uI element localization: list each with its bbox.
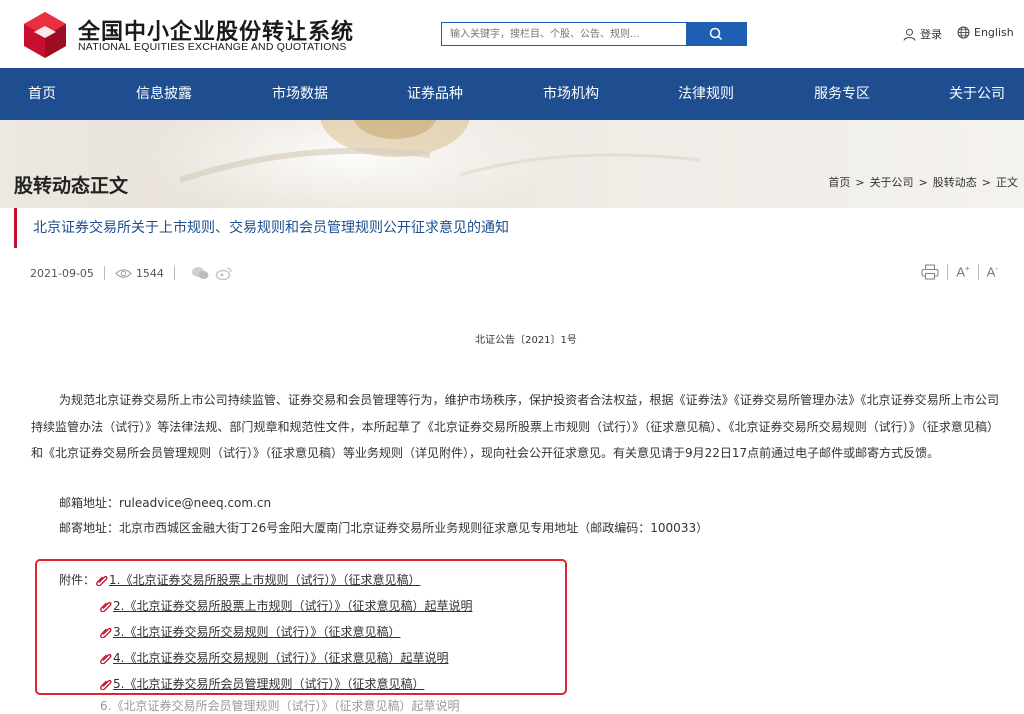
breadcrumb: 首页 > 关于公司 > 股转动态 > 正文 bbox=[828, 174, 1018, 190]
font-decrease-button[interactable]: A- bbox=[987, 264, 998, 279]
attachment-label: 2.《北京证券交易所股票上市规则（试行）》（征求意见稿）起草说明 bbox=[113, 599, 473, 613]
meta-divider bbox=[103, 266, 105, 280]
page-title: 股转动态正文 bbox=[14, 175, 129, 197]
search-button[interactable] bbox=[686, 23, 746, 45]
nav-item-disclosure[interactable]: 信息披露 bbox=[136, 68, 192, 120]
globe-icon bbox=[957, 26, 970, 39]
paperclip-icon bbox=[100, 601, 112, 612]
font-increase-label: A bbox=[956, 264, 965, 280]
article-tools: A+ A- bbox=[921, 264, 998, 280]
attachment-label: 5.《北京证券交易所会员管理规则（试行）》（征求意见稿） bbox=[113, 677, 425, 691]
breadcrumb-about[interactable]: 关于公司 bbox=[870, 176, 914, 189]
banner-decoration bbox=[179, 120, 701, 183]
nav-item-home[interactable]: 首页 bbox=[28, 68, 56, 120]
breadcrumb-current: 正文 bbox=[996, 176, 1018, 189]
login-link[interactable]: 登录 bbox=[903, 26, 942, 42]
paperclip-icon bbox=[96, 575, 108, 586]
breadcrumb-home[interactable]: 首页 bbox=[828, 176, 850, 189]
breadcrumb-separator: > bbox=[855, 176, 865, 189]
article-meta: 2021-09-05 1544 bbox=[30, 266, 233, 280]
article-body: 为规范北京证券交易所上市公司持续监管、证券交易和会员管理等行为，维护市场秩序，保… bbox=[31, 393, 999, 460]
view-count: 1544 bbox=[135, 266, 164, 280]
weibo-share-icon[interactable] bbox=[215, 266, 233, 280]
brand-name-en: NATIONAL EQUITIES EXCHANGE AND QUOTATION… bbox=[78, 41, 347, 53]
attachment-label: 3.《北京证券交易所交易规则（试行）》（征求意见稿） bbox=[113, 625, 401, 639]
attachments-label: 附件： bbox=[59, 573, 96, 587]
tools-divider bbox=[977, 264, 979, 280]
nav-item-about[interactable]: 关于公司 bbox=[949, 68, 1005, 120]
attachment-link-4[interactable]: 4.《北京证券交易所交易规则（试行）》（征求意见稿）起草说明 bbox=[100, 649, 448, 666]
language-switch[interactable]: English bbox=[957, 26, 1014, 39]
wechat-share-icon[interactable] bbox=[191, 266, 209, 280]
nav-item-securities[interactable]: 证券品种 bbox=[407, 68, 463, 120]
page-banner bbox=[0, 120, 1024, 208]
article-title: 北京证券交易所关于上市规则、交易规则和会员管理规则公开征求意见的通知 bbox=[14, 208, 1018, 248]
eye-icon bbox=[115, 268, 132, 278]
main-nav: 首页 信息披露 市场数据 证券品种 市场机构 法律规则 服务专区 关于公司 bbox=[0, 68, 1024, 120]
attachment-link-2[interactable]: 2.《北京证券交易所股票上市规则（试行）》（征求意见稿）起草说明 bbox=[100, 597, 472, 614]
paperclip-icon bbox=[100, 627, 112, 638]
meta-divider bbox=[173, 266, 175, 280]
language-label: English bbox=[974, 26, 1014, 39]
attachment-label: 1.《北京证券交易所股票上市规则（试行）》（征求意见稿） bbox=[109, 573, 421, 587]
search-box bbox=[441, 22, 747, 46]
tools-divider bbox=[947, 264, 949, 280]
attachment-label: 4.《北京证券交易所交易规则（试行）》（征求意见稿）起草说明 bbox=[113, 651, 449, 665]
login-label: 登录 bbox=[920, 28, 942, 41]
neeq-logo-icon[interactable] bbox=[20, 10, 70, 60]
document-number: 北证公告〔2021〕1号 bbox=[475, 335, 577, 346]
breadcrumb-news[interactable]: 股转动态 bbox=[933, 176, 977, 189]
breadcrumb-separator: > bbox=[918, 176, 928, 189]
site-header: 全国中小企业股份转让系统 NATIONAL EQUITIES EXCHANGE … bbox=[0, 0, 1024, 68]
attachment-link-1[interactable]: 1.《北京证券交易所股票上市规则（试行）》（征求意见稿） bbox=[96, 571, 420, 588]
paperclip-icon bbox=[100, 679, 112, 690]
search-input[interactable] bbox=[442, 23, 687, 45]
attachment-link-6-partial[interactable]: 6.《北京证券交易所会员管理规则（试行）》（征求意见稿）起草说明 bbox=[100, 697, 459, 714]
print-icon[interactable] bbox=[921, 264, 939, 280]
breadcrumb-separator: > bbox=[981, 176, 991, 189]
mailing-address: 邮寄地址：北京市西城区金融大街丁26号金阳大厦南门北京证券交易所业务规则征求意见… bbox=[59, 521, 709, 535]
paperclip-icon bbox=[100, 653, 112, 664]
nav-item-rules[interactable]: 法律规则 bbox=[678, 68, 734, 120]
font-increase-button[interactable]: A+ bbox=[956, 264, 969, 279]
nav-item-services[interactable]: 服务专区 bbox=[814, 68, 870, 120]
attachment-link-3[interactable]: 3.《北京证券交易所交易规则（试行）》（征求意见稿） bbox=[100, 623, 400, 640]
email-address: 邮箱地址：ruleadvice@neeq.com.cn bbox=[59, 496, 272, 510]
user-icon bbox=[903, 28, 916, 41]
publish-date: 2021-09-05 bbox=[30, 266, 94, 280]
attachment-link-5[interactable]: 5.《北京证券交易所会员管理规则（试行）》（征求意见稿） bbox=[100, 675, 424, 692]
nav-item-market-data[interactable]: 市场数据 bbox=[272, 68, 328, 120]
nav-item-institutions[interactable]: 市场机构 bbox=[543, 68, 599, 120]
search-icon bbox=[709, 27, 723, 41]
